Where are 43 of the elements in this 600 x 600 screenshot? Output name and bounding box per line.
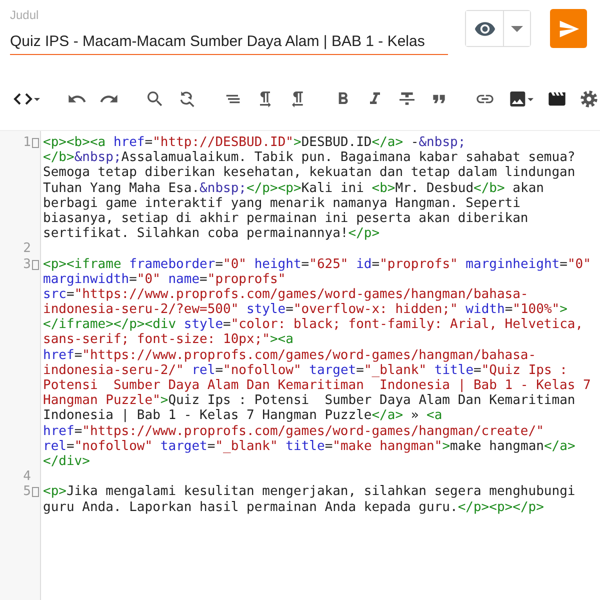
preview-button[interactable] bbox=[466, 11, 504, 46]
code-line: Tuhan Yang Maha Esa.&nbsp;</p><p>Kali ini <b>Mr. Desbud</b> akan bbox=[43, 180, 545, 196]
code-line: src="https://www.proprofs.com/games/word-games/hangman/bahasa- bbox=[43, 286, 530, 302]
code-line: href="https://www.proprofs.com/games/word-games/hangman/create/" bbox=[43, 424, 545, 439]
code-line: marginwidth="0" name="proprofs" bbox=[43, 272, 287, 287]
code-line: <p><b><a href="http://DESBUD.ID">DESBUD.ID</a> -&nbsp; bbox=[43, 135, 467, 150]
code-line: sans-serif; font-size: 10px;"><a bbox=[43, 332, 294, 348]
settings-button[interactable] bbox=[578, 89, 600, 109]
search-icon bbox=[145, 89, 165, 109]
title-label: Judul bbox=[10, 8, 40, 22]
title-input[interactable]: Quiz IPS - Macam-Macam Sumber Daya Alam | BAB 1 - Kelas bbox=[10, 22, 448, 55]
line-number: 2 bbox=[23, 241, 31, 257]
code-line: Hangman Puzzle">Quiz Ips : Potensi Sumber Daya Alam Dan Kemaritiman bbox=[43, 393, 576, 408]
code-view-button[interactable] bbox=[12, 92, 42, 106]
code-line: <p>Jika mengalami kesulitan mengerjakan, silahkan segera menghubungi bbox=[43, 484, 576, 500]
code-line: rel="nofollow" target="_blank" title="make hangman">make hangman</a> bbox=[43, 438, 576, 454]
caret-icon bbox=[511, 26, 523, 32]
fold-marker-icon[interactable] bbox=[32, 260, 39, 270]
line-number: 1 bbox=[23, 135, 31, 150]
line-number: 5 bbox=[23, 484, 31, 500]
code-line: <p><iframe frameborder="0" height="625" id="proprofs" marginheight="0" bbox=[43, 256, 591, 272]
code-line: </iframe></p><div style="color: black; font-family: Arial, Helvetica, bbox=[43, 317, 584, 332]
code-line: Semoga tetap diberikan kesehatan, kekuatan dan tetap dalam lindungan bbox=[43, 165, 576, 181]
settings-icon bbox=[579, 89, 599, 109]
code-line: indonesia-seru-2/?ew=500" style="overflow-x: hidden;" width="100%"> bbox=[43, 302, 568, 318]
code-icon bbox=[13, 92, 41, 106]
code-line: biasanya, setiap di akhir permainan ini peserta akan diberikan bbox=[43, 210, 530, 226]
code-editor[interactable] bbox=[0, 130, 600, 600]
fold-marker-icon[interactable] bbox=[32, 138, 39, 148]
publish-button[interactable] bbox=[550, 9, 587, 48]
code-line: </div> bbox=[43, 454, 91, 470]
code-line: href="https://www.proprofs.com/games/word-games/hangman/bahasa- bbox=[43, 348, 538, 363]
code-line: sertifikat. Silahkan coba permainannya!</p> bbox=[43, 226, 381, 242]
line-number: 4 bbox=[23, 469, 31, 484]
fold-marker-icon[interactable] bbox=[32, 487, 39, 498]
line-number: 3 bbox=[23, 256, 31, 272]
image-icon bbox=[507, 89, 535, 109]
code-line: berbagi game interaktif yang menarik namanya Hangman. Seperti bbox=[43, 196, 522, 211]
code-line: </b>&nbsp;Assalamualaikum. Tabik pun. Bagaimana kabar sahabat semua? bbox=[43, 150, 576, 166]
code-line: Potensi Sumber Daya Alam Dan Kemaritiman Indonesia | Bab 1 - Kelas 7 bbox=[43, 378, 591, 394]
code-line: indonesia-seru-2/" rel="nofollow" target="_blank" title="Quiz Ips : bbox=[43, 362, 568, 378]
code-line: Indonesia | Bab 1 - Kelas 7 Hangman Puzzle</a> » <a bbox=[43, 408, 444, 424]
code-line: guru Anda. Laporkan hasil permainan Anda kepada guru.</p><p></p> bbox=[43, 500, 545, 515]
